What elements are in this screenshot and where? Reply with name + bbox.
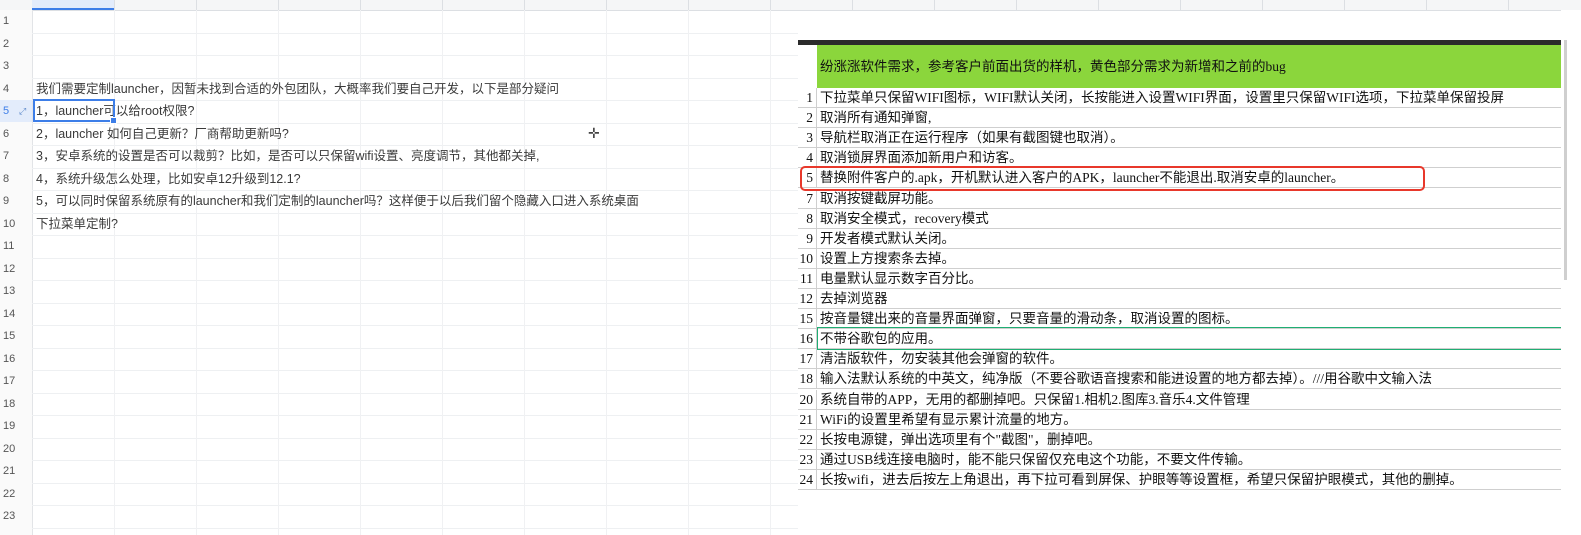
requirement-text: 清洁版软件，勿安装其他会弹窗的软件。 <box>820 351 1063 367</box>
cell-row-9[interactable]: 5，可以同时保留系统原有的launcher和我们定制的launcher吗？这样便… <box>36 190 639 212</box>
requirement-number: 11 <box>798 268 817 288</box>
requirement-number: 10 <box>798 248 817 268</box>
requirement-row: 11 电量默认显示数字百分比。 <box>798 268 1561 289</box>
row-number-16[interactable]: 16 <box>0 348 32 370</box>
requirement-text: 输入法默认系统的中英文，纯净版（不要谷歌语音搜索和能进设置的地方都去掉）。///… <box>820 371 1433 387</box>
requirement-number: 24 <box>798 469 817 489</box>
requirement-number: 4 <box>798 148 817 168</box>
column-header-strip <box>0 0 1581 11</box>
requirement-number: 15 <box>798 309 817 329</box>
requirement-row: 7 取消按键截屏功能。 <box>798 188 1561 209</box>
requirement-number: 18 <box>798 369 817 389</box>
row-number-20[interactable]: 20 <box>0 438 32 460</box>
requirement-text: 下拉菜单只保留WIFI图标，WIFI默认关闭，长按能进入设置WIFI界面，设置里… <box>820 90 1504 105</box>
requirement-row: 3 导航栏取消正在运行程序（如果有截图键也取消）。 <box>798 128 1561 149</box>
requirement-text: 导航栏取消正在运行程序（如果有截图键也取消）。 <box>820 130 1124 146</box>
requirement-text: 通过USB线连接电脑时，能不能只保留仅充电这个功能，不要文件传输。 <box>820 451 1252 467</box>
requirement-row: 20 系统自带的APP，无用的都删掉吧。只保留1.相机2.图库3.音乐4.文件管理 <box>798 389 1561 410</box>
requirement-number: 22 <box>798 429 817 449</box>
requirement-row: 18 输入法默认系统的中英文，纯净版（不要谷歌语音搜索和能进设置的地方都去掉）。/… <box>798 369 1561 390</box>
requirement-number: 12 <box>798 289 817 308</box>
requirement-text: 长按wifi，进去后按左上角退出，再下拉可看到屏保、护眼等等设置框，希望只保留护… <box>820 471 1463 487</box>
requirement-row: 9 开发者模式默认关闭。 <box>798 228 1561 249</box>
requirement-text: 电量默认显示数字百分比。 <box>820 270 982 286</box>
requirement-text: 长按电源键，弹出选项里有个"截图"，删掉吧。 <box>820 431 1102 447</box>
requirement-text: WiFi的设置里希望有显示累计流量的地方。 <box>820 411 1077 427</box>
requirement-row: 12 去掉浏览器 <box>798 289 1561 309</box>
row-number-22[interactable]: 22 <box>0 483 32 505</box>
cell-row-6[interactable]: 2，launcher 如何自己更新？厂商帮助更新吗? <box>36 123 289 145</box>
requirement-row: 8 取消安全模式，recovery模式 <box>798 208 1561 229</box>
requirement-row: 24 长按wifi，进去后按左上角退出，再下拉可看到屏保、护眼等等设置框，希望只保… <box>798 469 1561 490</box>
requirement-row: 1 下拉菜单只保留WIFI图标，WIFI默认关闭，长按能进入设置WIFI界面，设置… <box>798 88 1561 108</box>
row-number-21[interactable]: 21 <box>0 460 32 482</box>
requirement-row: 22 长按电源键，弹出选项里有个"截图"，删掉吧。 <box>798 429 1561 450</box>
vertical-scrollbar[interactable] <box>1564 40 1567 280</box>
requirement-number: 20 <box>798 389 817 409</box>
cell-row-10[interactable]: 下拉菜单定制? <box>36 213 118 235</box>
requirement-row: 10 设置上方搜索条去掉。 <box>798 248 1561 269</box>
requirement-text: 取消锁屏界面添加新用户和访客。 <box>820 150 1023 166</box>
expand-row-icon[interactable]: ⤢ <box>19 100 26 122</box>
requirement-text: 按音量键出来的音量界面弹窗，只要音量的滑动条，取消设置的图标。 <box>820 311 1239 327</box>
row-number-8[interactable]: 8 <box>0 168 32 190</box>
requirement-number: 8 <box>798 208 817 228</box>
row-number-5[interactable]: 5 ⤢ <box>0 100 32 122</box>
requirement-text: 设置上方搜索条去掉。 <box>820 250 955 266</box>
requirement-number: 16 <box>798 329 817 349</box>
requirement-number: 21 <box>798 409 817 429</box>
requirement-text: 系统自带的APP，无用的都删掉吧。只保留1.相机2.图库3.音乐4.文件管理 <box>820 391 1250 407</box>
requirement-row: 17 清洁版软件，勿安装其他会弹窗的软件。 <box>798 349 1561 370</box>
requirement-text: 取消所有通知弹窗, <box>820 110 932 126</box>
requirements-table-header: 纷涨涨软件需求，参考客户前面出货的样机，黄色部分需求为新增和之前的bug <box>817 45 1561 88</box>
row-number-6[interactable]: 6 <box>0 123 32 145</box>
requirement-row: 23 通过USB线连接电脑时，能不能只保留仅充电这个功能，不要文件传输。 <box>798 449 1561 470</box>
cell-row-7[interactable]: 3，安卓系统的设置是否可以裁剪？比如，是否可以只保留wifi设置、亮度调节，其他… <box>36 145 539 167</box>
requirement-number: 17 <box>798 349 817 369</box>
crosshair-cursor-icon: ✛ <box>588 126 600 142</box>
requirement-row: 21 WiFi的设置里希望有显示累计流量的地方。 <box>798 409 1561 430</box>
row-number-13[interactable]: 13 <box>0 280 32 302</box>
row-number-9[interactable]: 9 <box>0 190 32 212</box>
requirement-number: 9 <box>798 228 817 248</box>
row-number-4[interactable]: 4 <box>0 78 32 100</box>
row-number-2[interactable]: 2 <box>0 33 32 55</box>
requirement-text: 取消安全模式，recovery模式 <box>820 210 989 226</box>
row-number-19[interactable]: 19 <box>0 415 32 437</box>
requirement-number: 1 <box>798 88 817 107</box>
row-number-7[interactable]: 7 <box>0 145 32 167</box>
row-number-23[interactable]: 23 <box>0 505 32 527</box>
red-highlight-box <box>800 166 1425 191</box>
row-number-17[interactable]: 17 <box>0 370 32 392</box>
row-number-15[interactable]: 15 <box>0 325 32 347</box>
requirement-number: 23 <box>798 449 817 469</box>
row-number-1[interactable]: 1 <box>0 10 32 32</box>
requirement-row: 2 取消所有通知弹窗, <box>798 108 1561 129</box>
requirement-number: 3 <box>798 128 817 148</box>
cell-row-8[interactable]: 4，系统升级怎么处理，比如安卓12升级到12.1? <box>36 168 301 190</box>
requirement-text: 去掉浏览器 <box>820 291 888 306</box>
requirement-number: 2 <box>798 108 817 128</box>
row-number-11[interactable]: 11 <box>0 235 32 257</box>
requirement-text: 开发者模式默认关闭。 <box>820 230 955 246</box>
row-number-10[interactable]: 10 <box>0 213 32 235</box>
fill-handle[interactable] <box>110 117 117 124</box>
selected-column-header[interactable] <box>32 0 114 10</box>
row-number-12[interactable]: 12 <box>0 258 32 280</box>
requirement-text: 取消按键截屏功能。 <box>820 190 942 206</box>
row-number-14[interactable]: 14 <box>0 303 32 325</box>
cell-row-4[interactable]: 我们需要定制launcher，因暂未找到合适的外包团队，大概率我们要自己开发，以… <box>36 78 559 100</box>
green-selection-box <box>817 327 1563 350</box>
requirement-number: 7 <box>798 188 817 208</box>
right-scroll-area <box>1561 10 1581 535</box>
embedded-requirements-image[interactable]: 纷涨涨软件需求，参考客户前面出货的样机，黄色部分需求为新增和之前的bug 1 下拉… <box>798 40 1561 495</box>
active-cell-selection[interactable] <box>33 99 117 124</box>
row-number-3[interactable]: 3 <box>0 55 32 77</box>
row-number-18[interactable]: 18 <box>0 393 32 415</box>
